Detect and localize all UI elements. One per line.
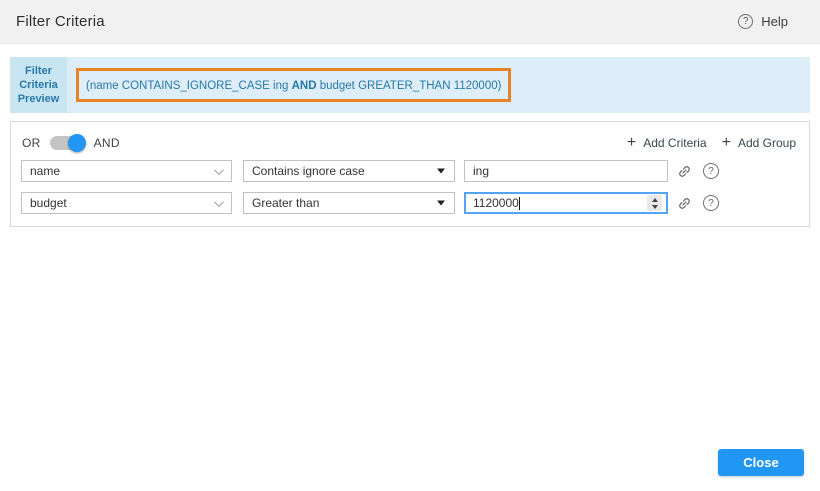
preview-bar: Filter Criteria Preview (name CONTAINS_I… <box>10 57 810 113</box>
criteria-row-1: name Contains ignore case ? <box>21 160 719 182</box>
chevron-down-icon <box>214 165 224 175</box>
filter-criteria-dialog: Filter Criteria ? Help Filter Criteria P… <box>0 0 820 491</box>
text-caret <box>519 197 520 210</box>
number-value-input[interactable]: 1120000 <box>464 192 668 214</box>
expression-prefix: (name CONTAINS_IGNORE_CASE ing <box>86 80 292 92</box>
value-input[interactable] <box>464 160 668 182</box>
help-icon: ? <box>738 14 753 29</box>
criteria-builder-panel: OR AND + Add Criteria + Add Group name <box>10 121 810 227</box>
help-label: Help <box>761 14 788 29</box>
preview-highlight-box: (name CONTAINS_IGNORE_CASE ing AND budge… <box>76 68 511 102</box>
link-icon <box>677 164 692 179</box>
preview-expression: (name CONTAINS_IGNORE_CASE ing AND budge… <box>86 80 501 92</box>
number-stepper[interactable] <box>647 195 662 211</box>
and-or-toggle[interactable] <box>50 136 84 150</box>
field-select[interactable]: budget <box>21 192 232 214</box>
operator-select-value: Contains ignore case <box>252 164 365 178</box>
chevron-down-icon <box>214 197 224 207</box>
field-select-value: budget <box>30 196 67 210</box>
add-criteria-button[interactable]: + Add Criteria <box>627 135 707 151</box>
operator-select[interactable]: Contains ignore case <box>243 160 455 182</box>
and-label: AND <box>94 136 120 150</box>
add-buttons-group: + Add Criteria + Add Group <box>627 135 796 151</box>
step-up-icon <box>652 198 658 202</box>
or-label: OR <box>22 136 41 150</box>
step-down-icon <box>652 205 658 209</box>
help-button[interactable]: ? Help <box>738 14 788 29</box>
row-help-icon[interactable]: ? <box>703 195 719 211</box>
page-header: Filter Criteria ? Help <box>0 0 820 44</box>
field-select[interactable]: name <box>21 160 232 182</box>
dropdown-arrow-icon <box>437 169 445 174</box>
link-icon <box>677 196 692 211</box>
field-select-value: name <box>30 164 60 178</box>
logic-toggle-row: OR AND + Add Criteria + Add Group <box>22 133 796 153</box>
toggle-knob[interactable] <box>68 134 86 152</box>
add-criteria-label: Add Criteria <box>643 136 706 150</box>
plus-icon: + <box>627 135 636 151</box>
criteria-row-2: budget Greater than 1120000 ? <box>21 192 719 214</box>
link-button[interactable] <box>677 196 692 211</box>
dropdown-arrow-icon <box>437 201 445 206</box>
preview-label: Filter Criteria Preview <box>10 57 67 113</box>
add-group-button[interactable]: + Add Group <box>722 135 796 151</box>
expression-suffix: budget GREATER_THAN 1120000) <box>317 80 502 92</box>
number-input-value: 1120000 <box>473 196 519 210</box>
plus-icon: + <box>722 135 731 151</box>
operator-select[interactable]: Greater than <box>243 192 455 214</box>
expression-operator: AND <box>292 80 317 92</box>
row-help-icon[interactable]: ? <box>703 163 719 179</box>
page-title: Filter Criteria <box>16 13 105 30</box>
add-group-label: Add Group <box>738 136 796 150</box>
link-button[interactable] <box>677 164 692 179</box>
operator-select-value: Greater than <box>252 196 319 210</box>
close-button[interactable]: Close <box>718 449 804 476</box>
